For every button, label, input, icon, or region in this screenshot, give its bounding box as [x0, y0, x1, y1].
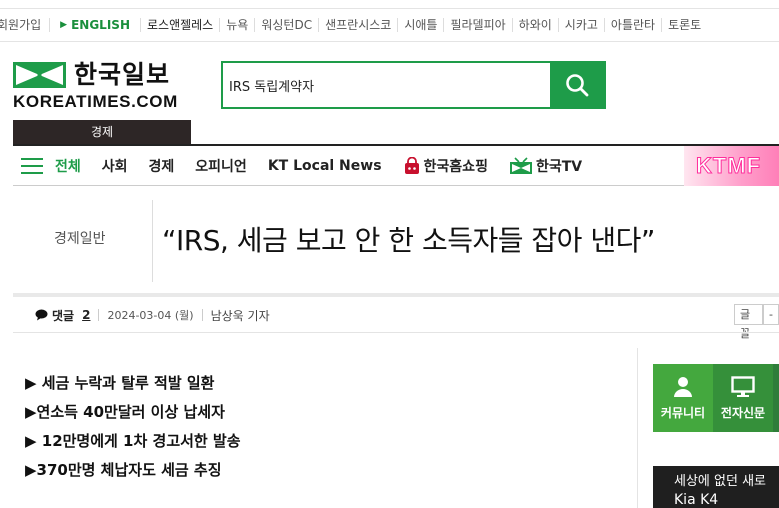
article-author: 남상욱 기자 — [210, 308, 270, 323]
nav-item-society[interactable]: 사회 — [102, 156, 128, 176]
nav-item-korea-tv[interactable]: 한국TV — [509, 156, 582, 176]
summary-item: ▶ 세금 누락과 탈루 적발 일환 — [25, 374, 215, 392]
city-link-san-francisco[interactable]: 샌프란시스코 — [319, 18, 399, 32]
join-link[interactable]: 회원가입 — [0, 18, 51, 32]
triangle-right-icon: ▶ — [60, 20, 68, 30]
article-meta: 댓글 2 2024-03-04 (월) 남상욱 기자 — [35, 303, 270, 327]
column-divider — [637, 348, 638, 508]
community-button[interactable]: 커뮤니티 — [653, 364, 713, 432]
summary-item: ▶370만명 체납자도 세금 추징 — [25, 461, 222, 479]
tv-logo-icon — [509, 156, 532, 174]
quick-link-more[interactable] — [773, 364, 779, 432]
english-link[interactable]: ▶ ENGLISH — [50, 18, 141, 32]
logo-korean-text: 한국일보 — [74, 60, 171, 89]
home-shopping-label: 한국홈쇼핑 — [423, 158, 488, 175]
nav-item-home-shopping[interactable]: 한국홈쇼핑 — [403, 156, 488, 176]
promo-banner[interactable]: 세상에 없던 새로 Kia K4 — [653, 466, 779, 508]
comments-link[interactable]: 댓글 2 — [35, 307, 90, 324]
search-icon — [566, 74, 589, 97]
city-link-toronto[interactable]: 토론토 — [662, 18, 707, 32]
english-label: ENGLISH — [71, 18, 130, 32]
promo-subtitle: Kia K4 — [674, 492, 719, 508]
korea-tv-label: 한국TV — [535, 158, 583, 175]
meta-divider — [201, 309, 203, 321]
city-link-new-york[interactable]: 뉴욕 — [220, 18, 256, 32]
nav-item-opinion[interactable]: 오피니언 — [195, 156, 247, 176]
top-utility-bar: 회원가입 ▶ ENGLISH 로스앤젤레스 뉴욕 워싱턴DC 샌프란시스코 시애… — [0, 8, 779, 42]
nav-item-kt-local-news[interactable]: KT Local News — [268, 158, 382, 174]
article-summary: ▶ 세금 누락과 탈루 적발 일환 ▶연소득 40만달러 이상 납세자 ▶ 12… — [25, 372, 241, 488]
nav-item-all[interactable]: 전체 — [55, 156, 81, 176]
city-link-washington-dc[interactable]: 워싱턴DC — [255, 18, 320, 32]
section-tag: 경제 — [13, 120, 191, 144]
search-input[interactable] — [223, 63, 550, 107]
e-newspaper-label: 전자신문 — [720, 405, 766, 420]
city-link-seattle[interactable]: 시애틀 — [398, 18, 445, 32]
city-link-los-angeles[interactable]: 로스앤젤레스 — [141, 18, 221, 32]
summary-item: ▶연소득 40만달러 이상 납세자 — [25, 403, 225, 421]
article-date: 2024-03-04 (월) — [107, 309, 194, 322]
header-divider — [152, 200, 153, 282]
quick-links: 커뮤니티 전자신문 — [653, 364, 779, 432]
community-label: 커뮤니티 — [660, 405, 706, 420]
meta-separator — [13, 332, 779, 333]
person-icon — [674, 376, 692, 397]
city-link-atlanta[interactable]: 아틀란타 — [605, 18, 663, 32]
search-button[interactable] — [550, 63, 604, 107]
headline-separator — [13, 293, 779, 297]
nav-item-economy[interactable]: 경제 — [149, 156, 175, 176]
font-button[interactable]: 글꼴 — [734, 304, 764, 340]
shopping-bag-icon — [404, 156, 419, 174]
city-link-philadelphia[interactable]: 필라델피아 — [444, 18, 513, 32]
comments-count: 2 — [82, 308, 91, 322]
promo-headline: 세상에 없던 새로 — [674, 474, 766, 489]
logo-mark-icon — [13, 62, 66, 88]
search-box — [221, 61, 606, 109]
article-headline: “IRS, 세금 보고 안 한 소득자들 잡아 낸다” — [162, 224, 655, 257]
speech-bubble-icon — [35, 309, 48, 321]
city-link-hawaii[interactable]: 하와이 — [513, 18, 559, 32]
menu-icon[interactable] — [21, 157, 43, 174]
logo-english-text: KOREATIMES.COM — [13, 92, 178, 111]
ktmf-banner-text: KTMF — [695, 153, 762, 179]
main-nav: 전체 사회 경제 오피니언 KT Local News 한국홈쇼핑 한국TV K… — [13, 146, 779, 186]
meta-divider — [98, 309, 100, 321]
site-logo[interactable]: 한국일보 KOREATIMES.COM — [13, 62, 191, 113]
city-link-chicago[interactable]: 시카고 — [559, 18, 605, 32]
monitor-icon — [731, 375, 755, 397]
article-category[interactable]: 경제일반 — [54, 228, 106, 248]
font-size-button[interactable]: - — [763, 304, 779, 325]
font-controls: 글꼴 - — [734, 304, 779, 340]
summary-item: ▶ 12만명에게 1차 경고서한 발송 — [25, 432, 241, 450]
comments-label: 댓글 — [52, 308, 75, 323]
ktmf-banner[interactable]: KTMF — [684, 146, 779, 186]
e-newspaper-button[interactable]: 전자신문 — [713, 364, 773, 432]
